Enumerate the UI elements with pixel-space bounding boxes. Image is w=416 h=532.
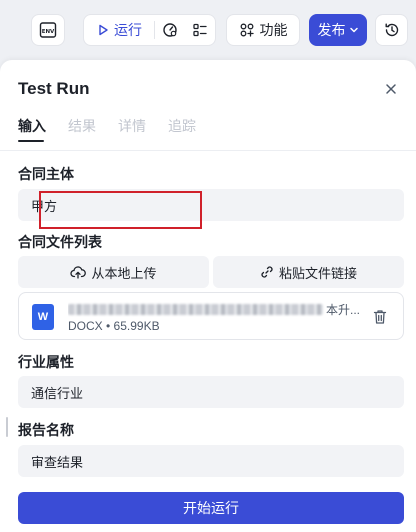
industry-label: 行业属性	[18, 354, 74, 370]
upload-local-label: 从本地上传	[91, 265, 157, 281]
word-icon-letter: W	[37, 311, 49, 323]
active-tab-indicator	[18, 140, 44, 142]
cloud-upload-icon	[70, 266, 87, 279]
tabs-divider	[0, 150, 416, 151]
list-check-icon	[193, 23, 207, 37]
run-label: 运行	[114, 22, 142, 38]
tab-result[interactable]: 结果	[68, 116, 96, 136]
function-button[interactable]: 功能	[226, 14, 300, 46]
run-button[interactable]: 运行	[84, 15, 154, 45]
env-icon: ENV	[39, 22, 57, 38]
resize-handle[interactable]	[6, 417, 8, 437]
paste-link-label: 粘贴文件链接	[278, 265, 357, 281]
contract-party-input[interactable]: 甲方	[18, 189, 404, 221]
run-tools-group: 运行	[83, 14, 216, 46]
function-label: 功能	[259, 22, 288, 38]
env-button[interactable]: ENV	[31, 14, 65, 46]
file-meta: DOCX • 65.99KB	[68, 319, 160, 333]
report-name-label: 报告名称	[18, 422, 74, 438]
close-icon[interactable]	[384, 82, 398, 96]
panel-header: Test Run	[18, 78, 398, 100]
redacted-file-name	[68, 303, 323, 315]
upload-local-button[interactable]: 从本地上传	[18, 256, 209, 288]
industry-input[interactable]: 通信行业	[18, 376, 404, 408]
file-name: 本升...	[68, 301, 360, 317]
publish-label: 发布	[317, 22, 346, 38]
history-button[interactable]	[375, 14, 408, 46]
variables-button[interactable]	[185, 15, 215, 45]
play-icon	[99, 24, 108, 36]
start-run-button[interactable]: 开始运行	[18, 492, 404, 524]
tab-trace[interactable]: 追踪	[168, 116, 196, 136]
report-name-input[interactable]: 审查结果	[18, 445, 404, 477]
history-icon	[385, 23, 398, 37]
contract-party-label: 合同主体	[18, 166, 74, 182]
contract-files-label: 合同文件列表	[18, 234, 102, 250]
tab-input[interactable]: 输入	[18, 116, 46, 136]
panel-tabs: 输入 结果 详情 追踪	[18, 116, 196, 136]
tab-details[interactable]: 详情	[118, 116, 146, 136]
file-name-suffix: 本升...	[325, 302, 360, 317]
env-icon-text: ENV	[42, 29, 55, 35]
gauge-icon	[163, 23, 177, 37]
apps-icon	[240, 23, 254, 37]
uploaded-file-card: W 本升... DOCX • 65.99KB	[18, 292, 404, 340]
top-toolbar: ENV 运行 功能 发布	[0, 0, 416, 60]
panel-title: Test Run	[18, 79, 90, 98]
word-document-icon: W	[32, 304, 54, 330]
paste-link-button[interactable]: 粘贴文件链接	[213, 256, 404, 288]
link-icon	[261, 266, 273, 278]
publish-button[interactable]: 发布	[309, 14, 367, 46]
test-run-panel: Test Run 输入 结果 详情 追踪 合同主体 甲方 合同文件列表 从本地上…	[0, 60, 416, 532]
upload-options: 从本地上传 粘贴文件链接	[18, 256, 404, 288]
trash-icon[interactable]	[373, 309, 387, 325]
chevron-down-icon	[349, 27, 358, 33]
debug-button[interactable]	[155, 15, 185, 45]
